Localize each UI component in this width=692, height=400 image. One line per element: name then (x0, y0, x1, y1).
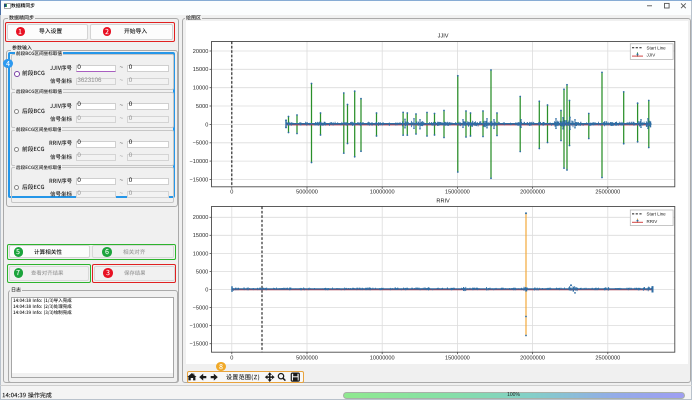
svg-text:−15000: −15000 (190, 341, 209, 347)
svg-text:20000: 20000 (193, 215, 209, 221)
svg-text:−5000: −5000 (193, 305, 209, 311)
svg-text:RRIV: RRIV (646, 218, 657, 223)
svg-text:5000: 5000 (196, 269, 208, 275)
svg-text:RRIV: RRIV (436, 198, 450, 204)
svg-text:−10000: −10000 (190, 323, 209, 329)
svg-text:15000: 15000 (193, 67, 209, 73)
svg-text:25000000: 25000000 (595, 355, 620, 361)
svg-text:15000: 15000 (193, 233, 209, 239)
svg-text:15000000: 15000000 (445, 189, 470, 195)
svg-text:−10000: −10000 (190, 159, 209, 165)
svg-text:−5000: −5000 (193, 140, 209, 146)
svg-text:25000000: 25000000 (595, 189, 620, 195)
svg-text:0: 0 (230, 355, 233, 361)
svg-text:−15000: −15000 (190, 177, 209, 183)
svg-text:10000000: 10000000 (370, 189, 395, 195)
svg-text:Start Line: Start Line (646, 211, 666, 216)
svg-text:10000000: 10000000 (370, 355, 395, 361)
svg-text:20000: 20000 (193, 48, 209, 54)
svg-text:15000000: 15000000 (445, 355, 470, 361)
svg-text:JJIV: JJIV (646, 52, 655, 57)
svg-text:20000000: 20000000 (520, 355, 545, 361)
svg-text:5000000: 5000000 (296, 355, 318, 361)
svg-text:0: 0 (205, 122, 208, 128)
svg-text:0: 0 (205, 287, 208, 293)
svg-text:5000: 5000 (196, 103, 208, 109)
svg-text:10000: 10000 (193, 85, 209, 91)
svg-text:10000: 10000 (193, 251, 209, 257)
svg-text:5000000: 5000000 (296, 189, 318, 195)
svg-text:0: 0 (230, 189, 233, 195)
svg-text:Start Line: Start Line (646, 45, 666, 50)
svg-text:20000000: 20000000 (520, 189, 545, 195)
svg-text:JJIV: JJIV (438, 33, 449, 39)
